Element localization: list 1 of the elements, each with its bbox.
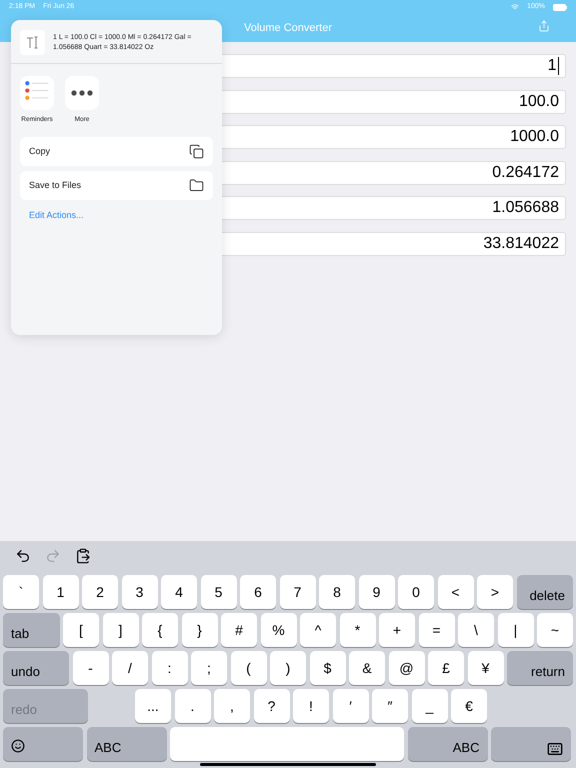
nav-title: Volume Converter	[244, 20, 332, 36]
